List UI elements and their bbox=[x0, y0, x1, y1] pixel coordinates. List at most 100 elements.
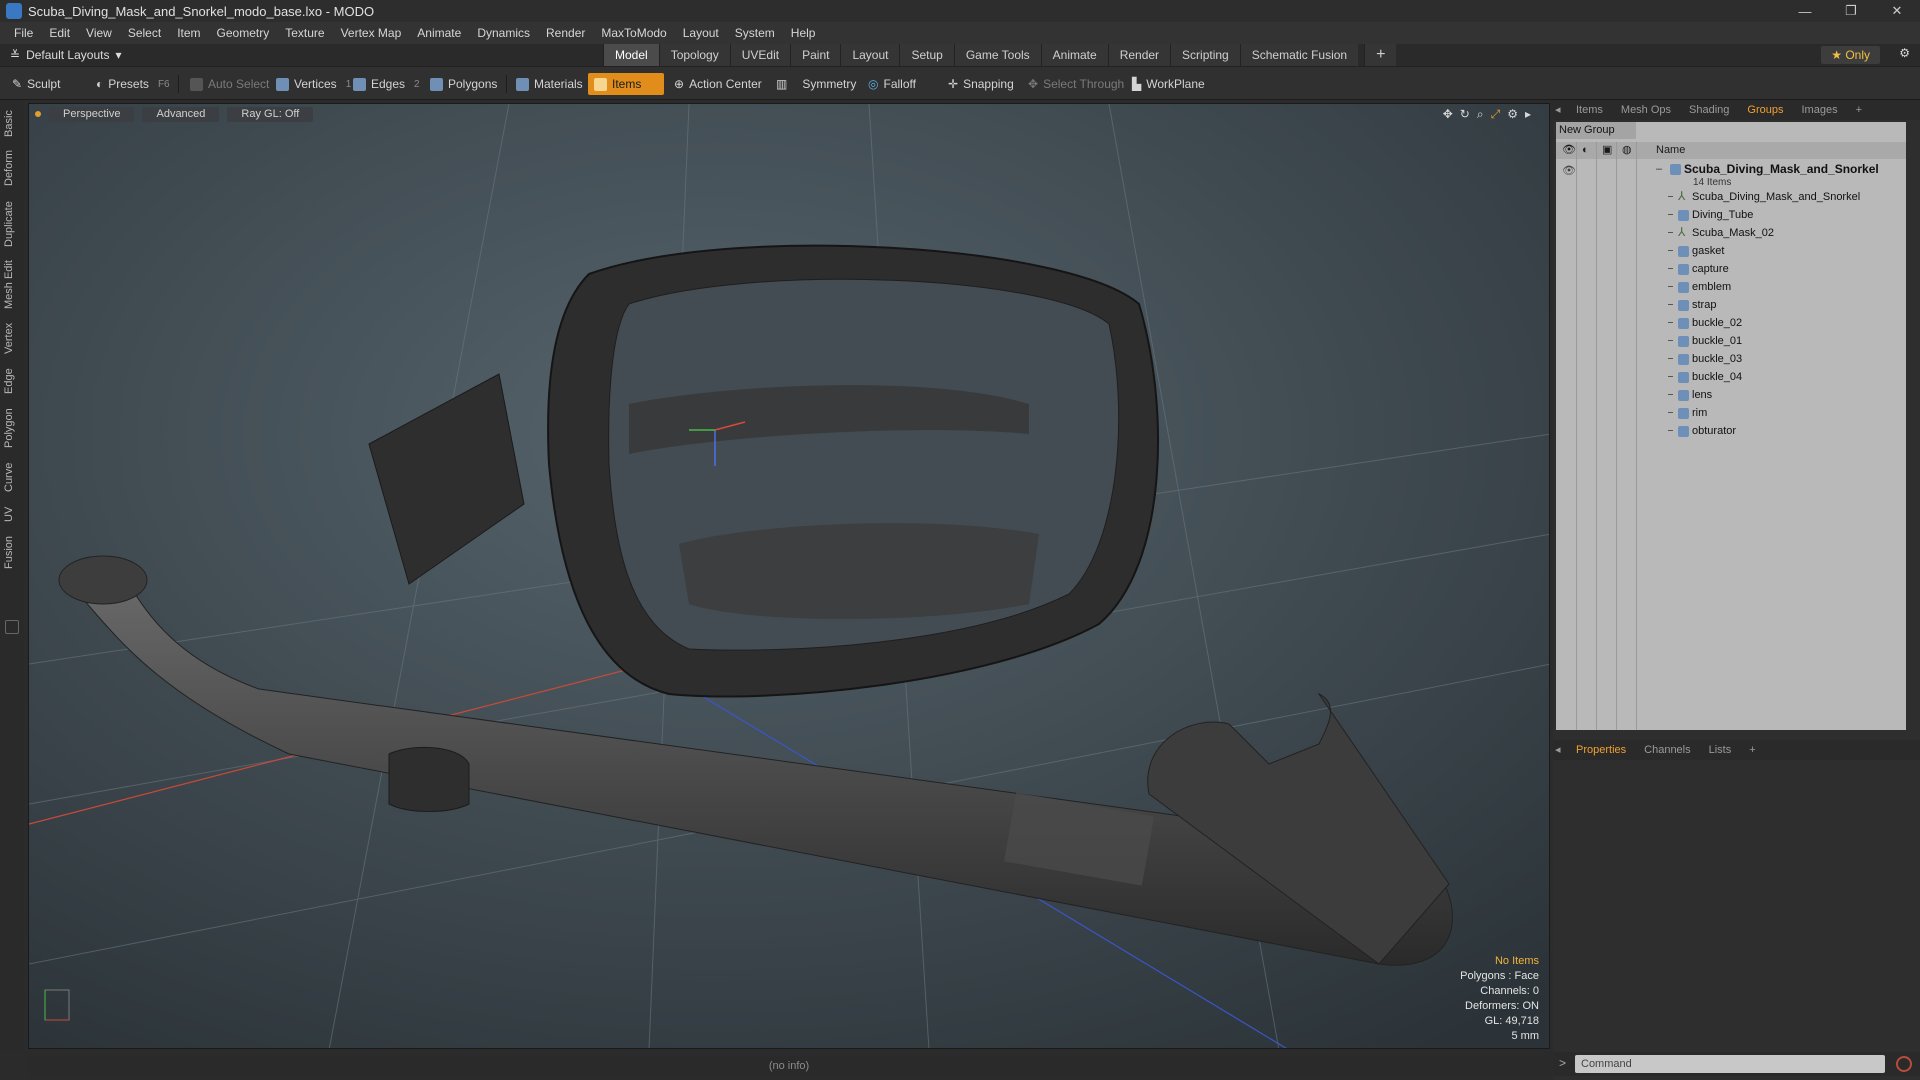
workplane-button[interactable]: ▙ WorkPlane bbox=[1126, 73, 1211, 95]
list-item[interactable]: strap bbox=[1556, 296, 1906, 314]
play-icon[interactable]: ▸ bbox=[1525, 107, 1531, 122]
tab-uvedit[interactable]: UVEdit bbox=[729, 44, 791, 66]
menu-edit[interactable]: Edit bbox=[41, 26, 78, 40]
menu-view[interactable]: View bbox=[78, 26, 120, 40]
viewport-gear-icon[interactable]: ⚙ bbox=[1507, 107, 1518, 122]
left-tab-basic[interactable]: Basic bbox=[3, 106, 21, 142]
maximize-icon[interactable]: ⤢ bbox=[1491, 107, 1501, 122]
only-toggle[interactable]: ★ Only bbox=[1821, 46, 1880, 64]
polygons-button[interactable]: Polygons bbox=[424, 73, 503, 95]
presets-button[interactable]: ◐ Presets F6 bbox=[90, 73, 176, 95]
tab-items[interactable]: Items bbox=[1567, 100, 1612, 120]
list-item[interactable]: buckle_03 bbox=[1556, 350, 1906, 368]
action-center-button[interactable]: ⊕ Action Center bbox=[668, 73, 768, 95]
tab-scripting[interactable]: Scripting bbox=[1170, 44, 1240, 66]
raygl-dropdown[interactable]: Ray GL: Off bbox=[227, 106, 314, 122]
tab-shading[interactable]: Shading bbox=[1680, 100, 1738, 120]
menu-render[interactable]: Render bbox=[538, 26, 593, 40]
sculpt-button[interactable]: ✎ Sculpt bbox=[6, 73, 66, 95]
command-input[interactable]: Command bbox=[1575, 1055, 1885, 1073]
tab-game-tools[interactable]: Game Tools bbox=[953, 44, 1041, 66]
list-item[interactable]: rim bbox=[1556, 404, 1906, 422]
minimize-icon[interactable]: — bbox=[1782, 0, 1828, 22]
list-item[interactable]: gasket bbox=[1556, 242, 1906, 260]
panel-collapse-icon[interactable]: ◂ bbox=[1553, 100, 1567, 120]
falloff-button[interactable]: ◎ Falloff bbox=[862, 73, 922, 95]
list-item[interactable]: buckle_02 bbox=[1556, 314, 1906, 332]
tab-groups[interactable]: Groups bbox=[1738, 100, 1792, 120]
tab-properties[interactable]: Properties bbox=[1567, 740, 1635, 760]
zoom-icon[interactable]: ⌕ bbox=[1477, 107, 1484, 122]
add-panel-tab-icon[interactable]: + bbox=[1847, 100, 1871, 120]
tab-channels[interactable]: Channels bbox=[1635, 740, 1699, 760]
materials-button[interactable]: Materials bbox=[510, 73, 589, 95]
3d-viewport[interactable]: Perspective Advanced Ray GL: Off ✥ ↻ ⌕ ⤢… bbox=[28, 103, 1550, 1049]
menu-system[interactable]: System bbox=[727, 26, 783, 40]
new-group-button[interactable]: New Group bbox=[1556, 122, 1636, 139]
restore-icon[interactable]: ❐ bbox=[1828, 0, 1874, 22]
list-item[interactable]: ⅄ Scuba_Mask_02 bbox=[1556, 224, 1906, 242]
vertices-button[interactable]: Vertices 1 bbox=[270, 73, 357, 95]
tab-paint[interactable]: Paint bbox=[790, 44, 841, 66]
left-tab-mesh-edit[interactable]: Mesh Edit bbox=[3, 258, 21, 312]
left-tab-duplicate[interactable]: Duplicate bbox=[3, 196, 21, 252]
menu-vertex-map[interactable]: Vertex Map bbox=[333, 26, 410, 40]
layout-selector[interactable]: ≚ Default Layouts ▾ bbox=[0, 48, 131, 62]
tab-lists[interactable]: Lists bbox=[1700, 740, 1741, 760]
menu-select[interactable]: Select bbox=[120, 26, 169, 40]
tab-layout[interactable]: Layout bbox=[840, 44, 900, 66]
left-tab-uv[interactable]: UV bbox=[3, 502, 21, 526]
pan-icon[interactable]: ✥ bbox=[1443, 107, 1453, 122]
menu-file[interactable]: File bbox=[6, 26, 41, 40]
tab-schematic-fusion[interactable]: Schematic Fusion bbox=[1239, 44, 1359, 66]
list-item[interactable]: ⅄ Scuba_Diving_Mask_and_Snorkel bbox=[1556, 188, 1906, 206]
list-item[interactable]: capture bbox=[1556, 260, 1906, 278]
left-tab-fusion[interactable]: Fusion bbox=[3, 532, 21, 572]
snapping-button[interactable]: ✛ Snapping bbox=[942, 73, 1020, 95]
panel-toggle-icon[interactable] bbox=[5, 620, 19, 634]
group-row-root[interactable]: 👁 – Scuba_Diving_Mask_and_Snorkel 14 Ite… bbox=[1556, 160, 1906, 188]
tab-animate[interactable]: Animate bbox=[1040, 44, 1108, 66]
left-tab-vertex[interactable]: Vertex bbox=[3, 318, 21, 358]
menu-item[interactable]: Item bbox=[169, 26, 208, 40]
viewport-menu-icon[interactable] bbox=[35, 111, 41, 117]
tab-setup[interactable]: Setup bbox=[899, 44, 954, 66]
add-tab-icon[interactable]: + bbox=[1364, 44, 1397, 66]
left-tab-edge[interactable]: Edge bbox=[3, 364, 21, 398]
add-properties-tab-icon[interactable]: + bbox=[1740, 740, 1764, 760]
list-item[interactable]: lens bbox=[1556, 386, 1906, 404]
menu-geometry[interactable]: Geometry bbox=[209, 26, 278, 40]
select-through-button[interactable]: ✥ Select Through bbox=[1022, 73, 1130, 95]
left-tab-deform[interactable]: Deform bbox=[3, 146, 21, 190]
tab-images[interactable]: Images bbox=[1793, 100, 1847, 120]
symmetry-button[interactable]: ▥ Symmetry bbox=[770, 73, 862, 95]
menu-dynamics[interactable]: Dynamics bbox=[469, 26, 538, 40]
rotate-icon[interactable]: ↻ bbox=[1460, 107, 1470, 122]
command-history-icon[interactable] bbox=[1896, 1056, 1912, 1072]
list-item[interactable]: buckle_04 bbox=[1556, 368, 1906, 386]
gear-icon[interactable]: ⚙ bbox=[1899, 46, 1910, 60]
groups-list[interactable]: New Group 👁 ◐ ▣ ◍ Name 👁 – Scuba_Diving_… bbox=[1556, 122, 1906, 730]
tab-mesh-ops[interactable]: Mesh Ops bbox=[1612, 100, 1680, 120]
items-button[interactable]: Items bbox=[588, 73, 664, 95]
tab-render[interactable]: Render bbox=[1107, 44, 1171, 66]
perspective-dropdown[interactable]: Perspective bbox=[49, 106, 135, 122]
edges-button[interactable]: Edges 2 bbox=[347, 73, 426, 95]
menu-layout[interactable]: Layout bbox=[675, 26, 727, 40]
left-tab-polygon[interactable]: Polygon bbox=[3, 404, 21, 452]
menu-texture[interactable]: Texture bbox=[277, 26, 332, 40]
properties-collapse-icon[interactable]: ◂ bbox=[1553, 740, 1567, 760]
list-item[interactable]: Diving_Tube bbox=[1556, 206, 1906, 224]
menu-maxtomodo[interactable]: MaxToModo bbox=[593, 26, 674, 40]
list-item[interactable]: buckle_01 bbox=[1556, 332, 1906, 350]
auto-select-button[interactable]: Auto Select bbox=[184, 73, 275, 95]
advanced-dropdown[interactable]: Advanced bbox=[142, 106, 220, 122]
close-icon[interactable]: ✕ bbox=[1874, 0, 1920, 22]
left-tab-curve[interactable]: Curve bbox=[3, 458, 21, 496]
list-item[interactable]: emblem bbox=[1556, 278, 1906, 296]
menu-animate[interactable]: Animate bbox=[409, 26, 469, 40]
tab-model[interactable]: Model bbox=[603, 44, 659, 66]
menu-help[interactable]: Help bbox=[783, 26, 824, 40]
expand-icon[interactable]: – bbox=[1656, 160, 1662, 178]
list-item[interactable]: obturator bbox=[1556, 422, 1906, 440]
